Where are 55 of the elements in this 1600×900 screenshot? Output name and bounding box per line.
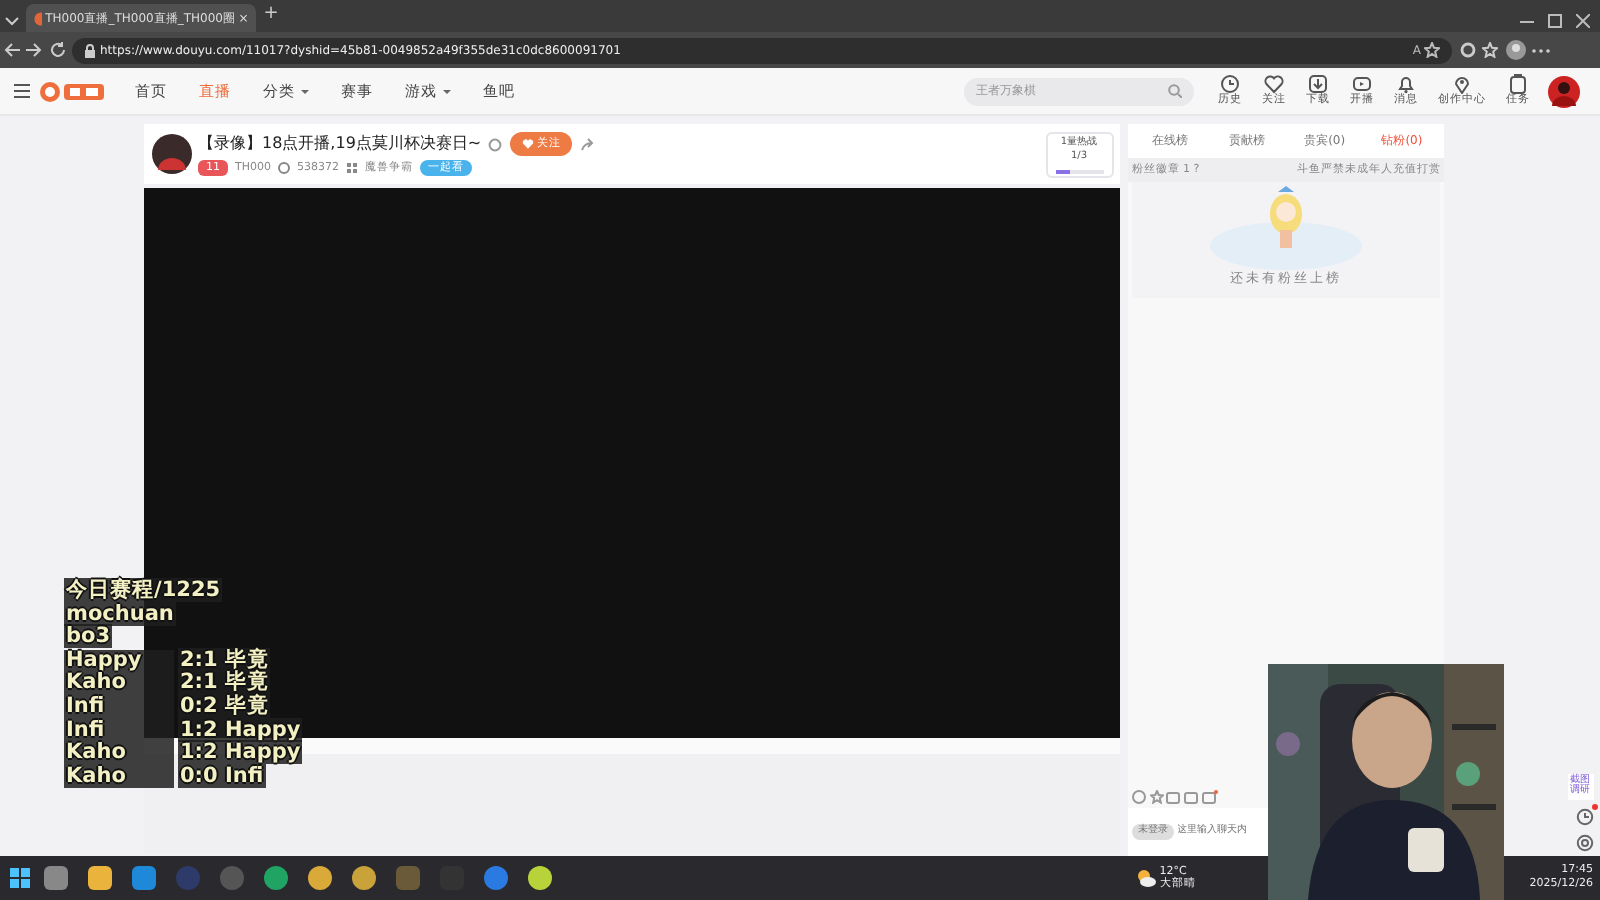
camera-icon [1352, 74, 1372, 95]
close-icon[interactable] [1575, 14, 1590, 29]
overlay-text: 0:2 毕竟 [178, 693, 271, 718]
stream-title: 【录像】18点开播,19点莫川杯决赛日~ [198, 132, 482, 156]
grid-icon [346, 162, 358, 174]
more-icon[interactable] [1532, 47, 1551, 53]
star-icon[interactable] [1149, 790, 1163, 805]
overlay-text: 1:2 Happy [178, 740, 303, 765]
card-icon[interactable] [1201, 790, 1218, 805]
window-icon[interactable] [44, 866, 68, 890]
overlay-text: Infi [64, 695, 174, 720]
download-icon [1308, 74, 1328, 95]
settings-icon[interactable] [1575, 834, 1593, 853]
tab-list-icon[interactable] [3, 12, 20, 29]
clock-icon [1220, 74, 1240, 95]
forward-icon[interactable] [26, 42, 43, 58]
overlay-text: Happy [64, 649, 174, 673]
share-icon[interactable] [579, 137, 594, 151]
app-icon[interactable] [264, 866, 288, 890]
new-tab-button[interactable]: + [263, 1, 279, 29]
bell-icon [1396, 74, 1416, 95]
site-icon [34, 11, 42, 25]
overlay-text: mochuan [64, 601, 176, 626]
overlay-text: Kaho [64, 765, 174, 789]
app-icon[interactable] [352, 866, 376, 890]
maximize-icon[interactable] [1547, 14, 1562, 29]
location-pin-icon [1452, 74, 1472, 95]
heart-icon [521, 138, 534, 150]
user-avatar[interactable] [1547, 75, 1579, 107]
overlay-text: Kaho [64, 742, 174, 766]
streamer-avatar[interactable] [151, 134, 191, 174]
back-icon[interactable] [3, 42, 20, 58]
weather-icon[interactable] [1136, 868, 1157, 888]
overlay-text: 2:1 毕竟 [178, 670, 271, 695]
favorites-icon[interactable] [1482, 42, 1499, 58]
clipboard-icon [1508, 74, 1528, 95]
menu-icon[interactable] [14, 84, 30, 98]
overlay-text: 今日赛程/1225 [64, 578, 223, 602]
overlay-text: bo3 [64, 624, 113, 649]
star-icon[interactable] [1424, 42, 1441, 58]
browser-icon[interactable] [132, 866, 156, 890]
overlay-text: 2:1 毕竟 [178, 647, 271, 672]
app-icon[interactable] [308, 866, 332, 890]
start-icon[interactable] [10, 868, 31, 888]
overlay-text: 1:2 Happy [178, 717, 303, 742]
overlay-text: Infi [64, 719, 174, 743]
app-icon[interactable] [528, 866, 552, 890]
logo-icon[interactable] [37, 79, 105, 103]
history-icon[interactable] [1575, 807, 1593, 826]
profile-icon[interactable] [1505, 40, 1526, 60]
overlay-text: Kaho [64, 672, 174, 696]
folder-icon[interactable] [88, 866, 112, 890]
lock-icon [84, 43, 97, 57]
overlay-text: 0:0 Infi [178, 763, 266, 788]
heart-icon [1264, 74, 1284, 95]
